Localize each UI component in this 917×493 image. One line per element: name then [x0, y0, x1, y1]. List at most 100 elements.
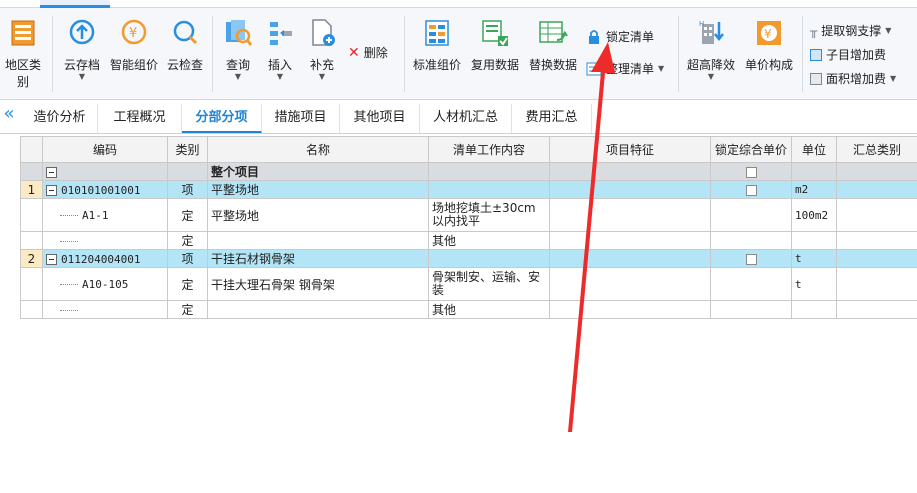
- unit-price-button[interactable]: ¥ 单价构成: [742, 18, 796, 73]
- collapse-panel-icon[interactable]: «: [0, 104, 18, 126]
- name-cell[interactable]: 干挂大理石骨架 钢骨架: [207, 267, 429, 301]
- region-type-button[interactable]: 地区类别: [0, 18, 46, 90]
- feature-cell[interactable]: [549, 231, 711, 250]
- code-cell[interactable]: [42, 300, 168, 319]
- lock-list-button[interactable]: 锁定清单: [586, 28, 654, 45]
- content-cell[interactable]: [428, 162, 550, 181]
- tab-division-items[interactable]: 分部分项: [182, 104, 262, 133]
- table-row[interactable]: 1 010101001001 项平整场地 m2: [20, 180, 917, 199]
- col-header-summary-type[interactable]: 汇总类别: [836, 136, 917, 163]
- code-cell[interactable]: 011204004001: [42, 249, 168, 268]
- summary-type-cell[interactable]: [836, 249, 917, 268]
- tab-bianzhi[interactable]: [40, 0, 110, 8]
- row-number-cell[interactable]: [20, 231, 43, 250]
- summary-type-cell[interactable]: [836, 162, 917, 181]
- name-cell[interactable]: 平整场地: [207, 180, 429, 199]
- tab-project-overview[interactable]: 工程概况: [98, 104, 182, 133]
- type-cell[interactable]: 定: [167, 300, 208, 319]
- row-number-cell[interactable]: [20, 267, 43, 301]
- col-header-content[interactable]: 清单工作内容: [428, 136, 550, 163]
- unit-cell[interactable]: [791, 162, 837, 181]
- code-cell[interactable]: [42, 162, 168, 181]
- unit-cell[interactable]: 100m2: [791, 198, 837, 232]
- super-height-button[interactable]: H 超高降效 ▼: [684, 18, 738, 81]
- supplement-button[interactable]: 补充 ▼: [302, 18, 342, 81]
- area-add-fee-button[interactable]: 面积增加费 ▼: [810, 70, 896, 87]
- tab-cost-summary[interactable]: 费用汇总: [512, 104, 592, 133]
- summary-type-cell[interactable]: [836, 180, 917, 199]
- row-number-cell[interactable]: [20, 300, 43, 319]
- type-cell[interactable]: 定: [167, 267, 208, 301]
- unit-cell[interactable]: m2: [791, 180, 837, 199]
- cloud-check-button[interactable]: 云检查: [162, 18, 208, 73]
- summary-type-cell[interactable]: [836, 267, 917, 301]
- col-header-unit[interactable]: 单位: [791, 136, 837, 163]
- feature-cell[interactable]: [549, 267, 711, 301]
- unit-cell[interactable]: [791, 300, 837, 319]
- name-cell[interactable]: [207, 300, 429, 319]
- reuse-data-button[interactable]: 复用数据: [468, 18, 522, 73]
- tab-other-items[interactable]: 其他项目: [340, 104, 420, 133]
- table-row[interactable]: 定 其他: [20, 231, 917, 250]
- type-cell[interactable]: 定: [167, 231, 208, 250]
- tab-measure-items[interactable]: 措施项目: [262, 104, 340, 133]
- content-cell[interactable]: 其他: [428, 300, 550, 319]
- row-number-cell[interactable]: 1: [20, 180, 43, 199]
- name-cell[interactable]: [207, 231, 429, 250]
- feature-cell[interactable]: [549, 300, 711, 319]
- table-row[interactable]: 定 其他: [20, 300, 917, 319]
- content-cell[interactable]: 场地挖填土±30cm以内找平: [428, 198, 550, 232]
- type-cell[interactable]: 项: [167, 249, 208, 268]
- collapse-tree-icon[interactable]: [46, 253, 57, 265]
- code-cell[interactable]: A10-105: [42, 267, 168, 301]
- feature-cell[interactable]: [549, 180, 711, 199]
- summary-type-cell[interactable]: [836, 231, 917, 250]
- replace-data-button[interactable]: 替换数据: [526, 18, 580, 73]
- col-header-feature[interactable]: 项目特征: [549, 136, 711, 163]
- type-cell[interactable]: 定: [167, 198, 208, 232]
- collapse-tree-icon[interactable]: [46, 166, 57, 178]
- sub-add-fee-button[interactable]: 子目增加费: [810, 46, 886, 63]
- tab-cost-analysis[interactable]: 造价分析: [22, 104, 98, 133]
- insert-button[interactable]: 插入 ▼: [262, 18, 298, 81]
- feature-cell[interactable]: [549, 162, 711, 181]
- col-header-name[interactable]: 名称: [207, 136, 429, 163]
- content-cell[interactable]: [428, 180, 550, 199]
- smart-price-button[interactable]: ¥ 智能组价: [108, 18, 160, 73]
- standard-price-button[interactable]: 标准组价: [410, 18, 464, 73]
- summary-type-cell[interactable]: [836, 198, 917, 232]
- delete-button[interactable]: ✕ 删除: [348, 44, 388, 61]
- content-cell[interactable]: 骨架制安、运输、安装: [428, 267, 550, 301]
- table-row[interactable]: A10-105 定干挂大理石骨架 钢骨架 骨架制安、运输、安装 t: [20, 267, 917, 301]
- code-cell[interactable]: A1-1: [42, 198, 168, 232]
- name-cell[interactable]: 平整场地: [207, 198, 429, 232]
- content-cell[interactable]: 其他: [428, 231, 550, 250]
- collapse-tree-icon[interactable]: [46, 184, 57, 196]
- unit-cell[interactable]: t: [791, 249, 837, 268]
- row-number-cell[interactable]: 2: [20, 249, 43, 268]
- table-row[interactable]: A1-1 定平整场地 场地挖填土±30cm以内找平 100m2: [20, 198, 917, 232]
- name-cell[interactable]: 干挂石材钢骨架: [207, 249, 429, 268]
- feature-cell[interactable]: [549, 249, 711, 268]
- code-cell[interactable]: 010101001001: [42, 180, 168, 199]
- unit-cell[interactable]: t: [791, 267, 837, 301]
- table-row[interactable]: 2 011204004001 项干挂石材钢骨架 t: [20, 249, 917, 268]
- col-header-lock-price[interactable]: 锁定综合单价: [710, 136, 792, 163]
- col-header-type[interactable]: 类别: [167, 136, 208, 163]
- name-cell[interactable]: 整个项目: [207, 162, 429, 181]
- query-button[interactable]: 查询 ▼: [218, 18, 258, 81]
- organize-list-button[interactable]: 整理清单 ▼: [586, 60, 664, 77]
- type-cell[interactable]: 项: [167, 180, 208, 199]
- content-cell[interactable]: [428, 249, 550, 268]
- table-row[interactable]: 整个项目: [20, 162, 917, 181]
- row-number-cell[interactable]: [20, 162, 43, 181]
- feature-cell[interactable]: [549, 198, 711, 232]
- lock-price-checkbox[interactable]: [745, 166, 757, 178]
- extract-steel-button[interactable]: ╥ 提取钢支撑 ▼: [810, 22, 891, 39]
- lock-price-checkbox[interactable]: [745, 184, 757, 196]
- summary-type-cell[interactable]: [836, 300, 917, 319]
- type-cell[interactable]: [167, 162, 208, 181]
- cloud-save-button[interactable]: 云存档 ▼: [58, 18, 106, 81]
- lock-price-checkbox[interactable]: [745, 253, 757, 265]
- unit-cell[interactable]: [791, 231, 837, 250]
